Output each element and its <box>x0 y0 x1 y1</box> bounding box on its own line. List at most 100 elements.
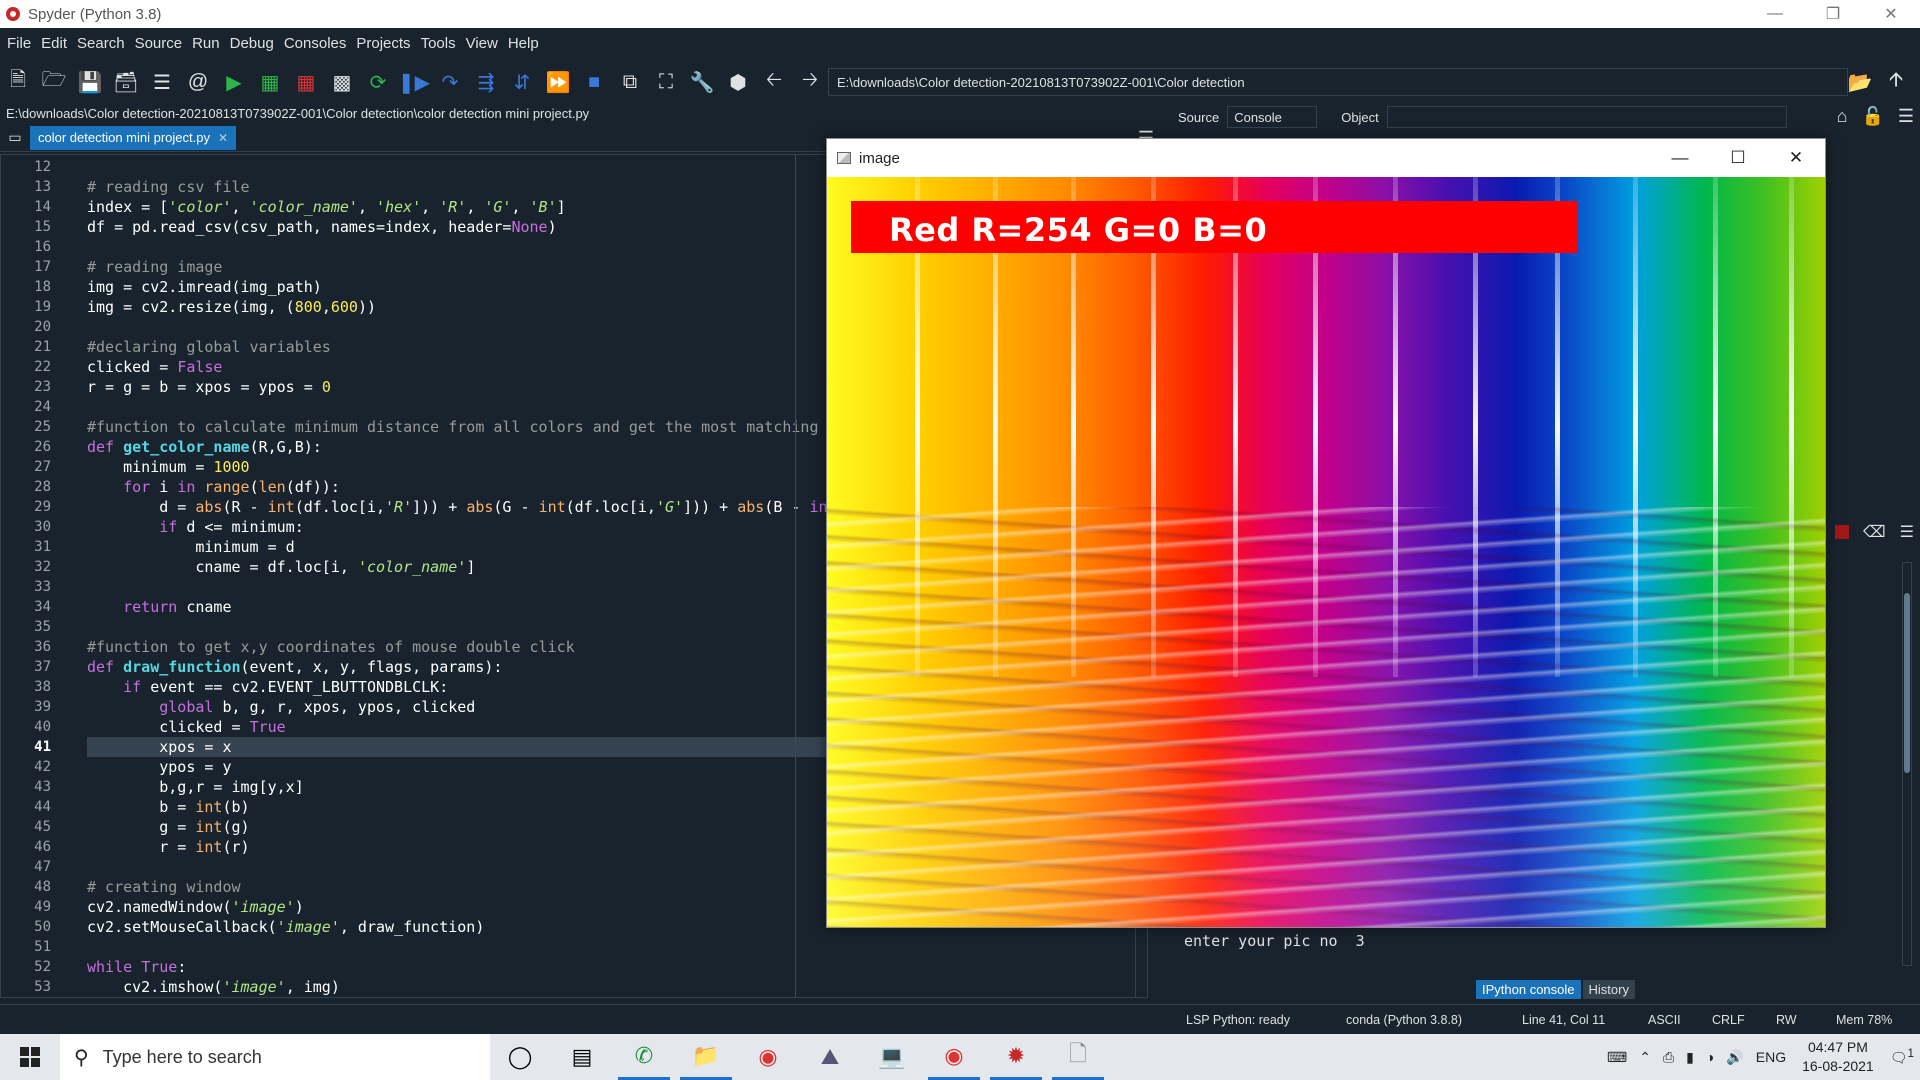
code-line[interactable]: clicked = False <box>87 357 222 377</box>
pane-options-icon[interactable]: ☰ <box>1898 106 1914 127</box>
step-icon[interactable]: ↷ <box>432 64 468 100</box>
code-line[interactable]: cv2.setMouseCallback('image', draw_funct… <box>87 917 484 937</box>
run-cell-icon[interactable]: ▦ <box>252 64 288 100</box>
photos-icon[interactable]: ⛰ <box>804 1034 856 1080</box>
new-file-icon[interactable]: 🗎 <box>0 64 36 100</box>
menu-file[interactable]: File <box>2 35 36 52</box>
forward-arrow-icon[interactable]: 🡢 <box>792 64 828 100</box>
step-return-icon[interactable]: ⇵ <box>504 64 540 100</box>
image-canvas[interactable]: Red R=254 G=0 B=0 <box>827 177 1825 927</box>
task-view-icon[interactable]: ▤ <box>556 1034 608 1080</box>
run-selection-icon[interactable]: ▩ <box>324 64 360 100</box>
debug-icon[interactable]: ❚▶ <box>396 64 432 100</box>
menu-consoles[interactable]: Consoles <box>279 35 352 52</box>
code-line[interactable]: while True: <box>87 957 186 977</box>
image-maximize-button[interactable]: ☐ <box>1709 139 1767 177</box>
code-line[interactable]: cv2.namedWindow('image') <box>87 897 304 917</box>
code-line[interactable]: d = abs(R - int(df.loc[i,'R'])) + abs(G … <box>87 497 827 517</box>
save-icon[interactable]: 💾 <box>72 64 108 100</box>
code-line[interactable]: if d <= minimum: <box>87 517 304 537</box>
menu-search[interactable]: Search <box>72 35 130 52</box>
run-icon[interactable]: ▶ <box>216 64 252 100</box>
stop-debug-icon[interactable]: ■ <box>576 64 612 100</box>
stop-kernel-icon[interactable] <box>1835 525 1850 539</box>
continue-icon[interactable]: ⏩ <box>540 64 576 100</box>
code-line[interactable]: #function to get x,y coordinates of mous… <box>87 637 575 657</box>
run-cell-advance-icon[interactable]: ▦ <box>288 64 324 100</box>
browse-tabs-icon[interactable]: ▭ <box>0 124 30 152</box>
menu-help[interactable]: Help <box>503 35 544 52</box>
step-into-icon[interactable]: ⇶ <box>468 64 504 100</box>
code-line[interactable]: index = ['color', 'color_name', 'hex', '… <box>87 197 566 217</box>
computer-icon[interactable]: 💻 <box>866 1034 918 1080</box>
code-line[interactable]: def draw_function(event, x, y, flags, pa… <box>87 657 502 677</box>
code-line[interactable]: minimum = 1000 <box>87 457 249 477</box>
code-line[interactable]: for i in range(len(df)): <box>87 477 340 497</box>
image-window[interactable]: image — ☐ ✕ Red R=254 G=0 B=0 <box>826 138 1826 928</box>
code-line[interactable]: r = int(r) <box>87 837 249 857</box>
chrome-icon[interactable]: ◉ <box>742 1034 794 1080</box>
console-scrollbar[interactable] <box>1902 562 1912 966</box>
working-directory-field[interactable]: E:\downloads\Color detection-20210813T07… <box>828 68 1848 96</box>
code-line[interactable]: if event == cv2.EVENT_LBUTTONDBLCLK: <box>87 677 448 697</box>
save-all-icon[interactable]: 🗃 <box>108 64 144 100</box>
menu-tools[interactable]: Tools <box>416 35 461 52</box>
code-line[interactable]: return cname <box>87 597 231 617</box>
list-icon[interactable]: ☰ <box>144 64 180 100</box>
spyder-taskbar-icon[interactable]: ✹ <box>990 1034 1042 1080</box>
start-button[interactable] <box>0 1034 60 1080</box>
code-line[interactable]: clicked = True <box>87 717 285 737</box>
code-line[interactable]: img = cv2.resize(img, (800,600)) <box>87 297 376 317</box>
editor-tab-file[interactable]: color detection mini project.py ✕ <box>30 125 237 150</box>
rerun-icon[interactable]: ⟳ <box>360 64 396 100</box>
menu-source[interactable]: Source <box>130 35 188 52</box>
meet-icon[interactable]: ⎙ <box>1663 1049 1674 1066</box>
code-line[interactable]: # creating window <box>87 877 241 897</box>
image-minimize-button[interactable]: — <box>1651 139 1709 177</box>
code-line[interactable]: cname = df.loc[i, 'color_name'] <box>87 557 475 577</box>
code-line[interactable]: #declaring global variables <box>87 337 331 357</box>
tab-history[interactable]: History <box>1582 980 1635 999</box>
minimize-button[interactable]: — <box>1746 0 1804 28</box>
tab-ipython-console[interactable]: IPython console <box>1476 980 1581 999</box>
restore-button[interactable]: ❐ <box>1804 0 1862 28</box>
fullscreen-icon[interactable]: ⛶ <box>648 64 684 100</box>
code-line[interactable]: b = int(b) <box>87 797 249 817</box>
source-combo[interactable]: Console <box>1227 106 1318 128</box>
menu-run[interactable]: Run <box>187 35 225 52</box>
python-path-icon[interactable]: ⬢ <box>720 64 756 100</box>
whatsapp-icon[interactable]: ✆ <box>618 1034 670 1080</box>
image-close-button[interactable]: ✕ <box>1767 139 1825 177</box>
object-combo[interactable] <box>1386 106 1787 128</box>
wrench-icon[interactable]: 🔧 <box>684 64 720 100</box>
menu-edit[interactable]: Edit <box>36 35 72 52</box>
code-line[interactable]: ypos = y <box>87 757 231 777</box>
keyboard-icon[interactable]: ⌨ <box>1607 1049 1627 1066</box>
code-line[interactable]: b,g,r = img[y,x] <box>87 777 304 797</box>
menu-projects[interactable]: Projects <box>351 35 415 52</box>
code-line[interactable]: g = int(g) <box>87 817 249 837</box>
open-file-icon[interactable]: 🗁 <box>36 64 72 100</box>
notifications-icon[interactable]: 🗨1 <box>1890 1047 1914 1067</box>
code-line[interactable]: xpos = x <box>87 737 231 757</box>
browse-folder-icon[interactable]: 📂 <box>1842 64 1878 100</box>
close-button[interactable]: ✕ <box>1862 0 1920 28</box>
code-line[interactable]: cv2.imshow('image', img) <box>87 977 340 997</box>
menu-debug[interactable]: Debug <box>225 35 279 52</box>
code-line[interactable]: # reading csv file <box>87 177 250 197</box>
back-arrow-icon[interactable]: 🡠 <box>756 64 792 100</box>
code-line[interactable]: df = pd.read_csv(csv_path, names=index, … <box>87 217 557 237</box>
code-line[interactable]: r = g = b = xpos = ypos = 0 <box>87 377 331 397</box>
wifi-icon[interactable]: ◑ <box>1706 1049 1714 1065</box>
chrome-profile-icon[interactable]: ◉ <box>928 1034 980 1080</box>
console-options-icon[interactable]: ☰ <box>1900 522 1914 542</box>
file-explorer-icon[interactable]: 📁 <box>680 1034 732 1080</box>
at-icon[interactable]: @ <box>180 64 216 100</box>
taskbar-search[interactable]: ⚲ Type here to search <box>60 1034 490 1080</box>
code-line[interactable]: global b, g, r, xpos, ypos, clicked <box>87 697 475 717</box>
menu-view[interactable]: View <box>461 35 503 52</box>
image-window-titlebar[interactable]: image — ☐ ✕ <box>827 139 1825 177</box>
code-line[interactable]: # reading image <box>87 257 222 277</box>
code-line[interactable]: def get_color_name(R,G,B): <box>87 437 322 457</box>
close-tab-icon[interactable]: ✕ <box>218 131 228 145</box>
